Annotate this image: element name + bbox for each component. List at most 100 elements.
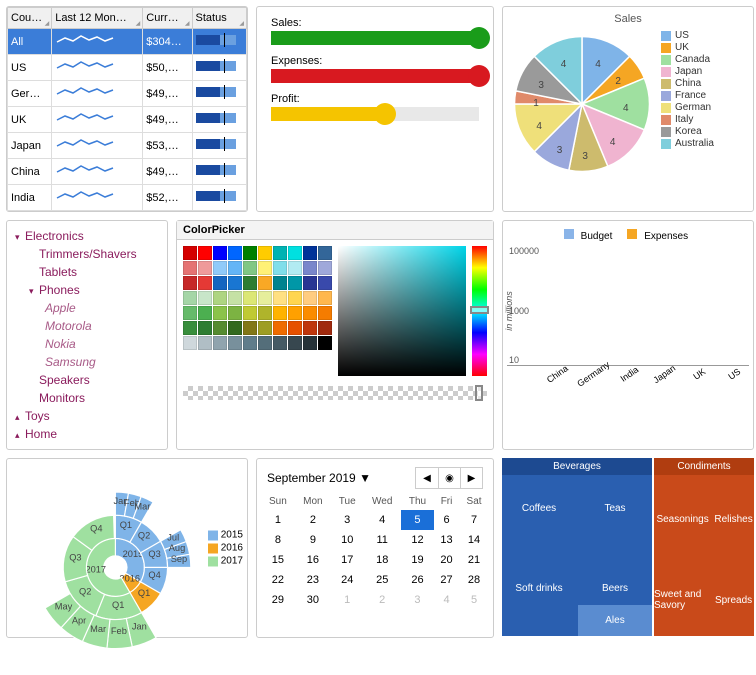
color-swatch[interactable] bbox=[303, 276, 317, 290]
color-swatch[interactable] bbox=[228, 321, 242, 335]
color-swatch[interactable] bbox=[273, 246, 287, 260]
color-swatch[interactable] bbox=[228, 261, 242, 275]
color-swatch[interactable] bbox=[183, 291, 197, 305]
color-swatch[interactable] bbox=[303, 321, 317, 335]
color-swatch[interactable] bbox=[243, 321, 257, 335]
color-swatch[interactable] bbox=[273, 291, 287, 305]
color-swatch[interactable] bbox=[303, 291, 317, 305]
color-swatch[interactable] bbox=[228, 306, 242, 320]
color-swatch[interactable] bbox=[258, 291, 272, 305]
column-header[interactable]: Status bbox=[192, 8, 246, 29]
tree-item[interactable]: ▴Home bbox=[15, 425, 159, 443]
color-swatch[interactable] bbox=[273, 336, 287, 350]
calendar-day[interactable]: 2 bbox=[363, 590, 401, 610]
swatch-grid[interactable] bbox=[183, 246, 332, 350]
tree-item[interactable]: Motorola bbox=[15, 317, 159, 335]
treemap-cell[interactable]: Seasonings bbox=[654, 477, 711, 563]
color-swatch[interactable] bbox=[258, 306, 272, 320]
color-swatch[interactable] bbox=[228, 246, 242, 260]
next-month-button[interactable]: ▶ bbox=[460, 468, 482, 488]
prev-month-button[interactable]: ◀ bbox=[416, 468, 438, 488]
color-swatch[interactable] bbox=[243, 291, 257, 305]
calendar-day[interactable]: 13 bbox=[434, 530, 459, 550]
calendar-day[interactable]: 22 bbox=[261, 570, 295, 590]
table-row[interactable]: All $304… bbox=[8, 29, 247, 55]
tree-item[interactable]: Nokia bbox=[15, 335, 159, 353]
color-swatch[interactable] bbox=[183, 321, 197, 335]
color-swatch[interactable] bbox=[213, 336, 227, 350]
color-swatch[interactable] bbox=[288, 291, 302, 305]
slider-thumb[interactable] bbox=[468, 27, 490, 49]
slider-thumb[interactable] bbox=[374, 103, 396, 125]
alpha-thumb[interactable] bbox=[475, 385, 483, 401]
calendar-day[interactable]: 23 bbox=[295, 570, 331, 590]
color-swatch[interactable] bbox=[318, 336, 332, 350]
calendar-day[interactable]: 21 bbox=[459, 550, 489, 570]
color-swatch[interactable] bbox=[258, 321, 272, 335]
tree-item[interactable]: ▾Electronics bbox=[15, 227, 159, 245]
color-swatch[interactable] bbox=[288, 261, 302, 275]
tree-item[interactable]: Speakers bbox=[15, 371, 159, 389]
color-swatch[interactable] bbox=[183, 246, 197, 260]
calendar-day[interactable]: 14 bbox=[459, 530, 489, 550]
color-swatch[interactable] bbox=[273, 261, 287, 275]
slider-track[interactable] bbox=[271, 69, 479, 83]
color-swatch[interactable] bbox=[243, 306, 257, 320]
calendar-day[interactable]: 3 bbox=[331, 510, 364, 530]
color-swatch[interactable] bbox=[273, 321, 287, 335]
calendar-day[interactable]: 10 bbox=[331, 530, 364, 550]
calendar-day[interactable]: 28 bbox=[459, 570, 489, 590]
tree-item[interactable]: Samsung bbox=[15, 353, 159, 371]
treemap-cell[interactable]: Coffees bbox=[502, 477, 576, 539]
hue-slider[interactable] bbox=[472, 246, 487, 376]
slider-track[interactable] bbox=[271, 107, 479, 121]
color-swatch[interactable] bbox=[318, 276, 332, 290]
tree-item[interactable]: Apple bbox=[15, 299, 159, 317]
table-row[interactable]: UK $49,… bbox=[8, 107, 247, 133]
color-swatch[interactable] bbox=[288, 246, 302, 260]
calendar-day[interactable]: 17 bbox=[331, 550, 364, 570]
calendar-title[interactable]: September 2019 ▼ bbox=[267, 471, 371, 485]
color-swatch[interactable] bbox=[303, 261, 317, 275]
color-swatch[interactable] bbox=[303, 306, 317, 320]
color-swatch[interactable] bbox=[288, 306, 302, 320]
tree-item[interactable]: ▾Phones bbox=[15, 281, 159, 299]
calendar-day[interactable]: 16 bbox=[295, 550, 331, 570]
calendar-day[interactable]: 1 bbox=[261, 510, 295, 530]
calendar-day[interactable]: 26 bbox=[401, 570, 434, 590]
calendar-day[interactable]: 6 bbox=[434, 510, 459, 530]
table-row[interactable]: US $50,… bbox=[8, 55, 247, 81]
table-row[interactable]: China $49,… bbox=[8, 159, 247, 185]
calendar-day[interactable]: 5 bbox=[459, 590, 489, 610]
color-swatch[interactable] bbox=[318, 306, 332, 320]
column-header[interactable]: Curr… bbox=[143, 8, 192, 29]
tree-item[interactable]: Trimmers/Shavers bbox=[15, 245, 159, 263]
calendar-day[interactable]: 11 bbox=[363, 530, 401, 550]
treemap-cell[interactable]: Spreads bbox=[713, 565, 754, 636]
color-swatch[interactable] bbox=[228, 336, 242, 350]
calendar-day[interactable]: 12 bbox=[401, 530, 434, 550]
color-swatch[interactable] bbox=[183, 276, 197, 290]
calendar-day[interactable]: 2 bbox=[295, 510, 331, 530]
table-row[interactable]: Ger… $49,… bbox=[8, 81, 247, 107]
calendar-day[interactable]: 19 bbox=[401, 550, 434, 570]
color-swatch[interactable] bbox=[258, 336, 272, 350]
calendar-day[interactable]: 20 bbox=[434, 550, 459, 570]
calendar-day[interactable]: 18 bbox=[363, 550, 401, 570]
color-swatch[interactable] bbox=[243, 336, 257, 350]
treemap-cell[interactable]: Sweet and Savory bbox=[654, 565, 711, 636]
color-swatch[interactable] bbox=[183, 306, 197, 320]
tree-item[interactable]: Tablets bbox=[15, 263, 159, 281]
color-swatch[interactable] bbox=[213, 246, 227, 260]
calendar-day[interactable]: 1 bbox=[331, 590, 364, 610]
color-swatch[interactable] bbox=[318, 291, 332, 305]
column-header[interactable]: Cou… bbox=[8, 8, 52, 29]
calendar-day[interactable]: 9 bbox=[295, 530, 331, 550]
alpha-slider[interactable] bbox=[183, 386, 487, 400]
calendar-day[interactable]: 7 bbox=[459, 510, 489, 530]
tree-item[interactable]: Monitors bbox=[15, 389, 159, 407]
slider-track[interactable] bbox=[271, 31, 479, 45]
calendar-day[interactable]: 24 bbox=[331, 570, 364, 590]
color-swatch[interactable] bbox=[213, 306, 227, 320]
calendar-day[interactable]: 5 bbox=[401, 510, 434, 530]
